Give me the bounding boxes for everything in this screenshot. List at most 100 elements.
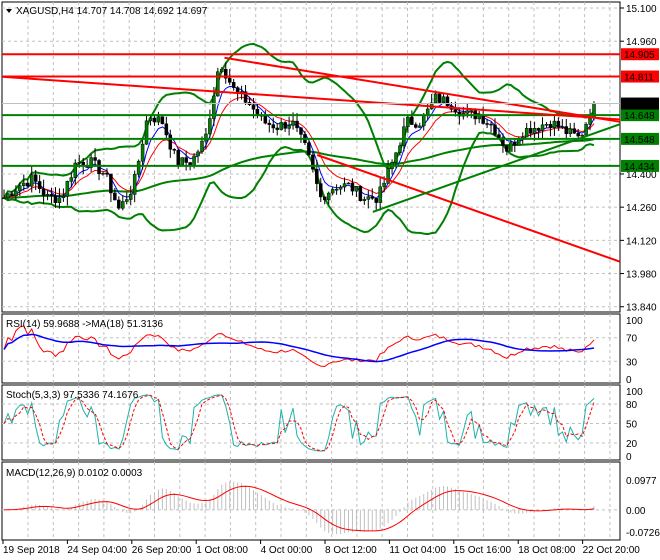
candle-body	[580, 134, 584, 137]
candle-body	[188, 162, 192, 166]
macd-tick-label: 0.0977	[626, 476, 657, 487]
candle-body	[524, 128, 529, 138]
candle-body	[101, 172, 105, 175]
candle-body	[220, 68, 224, 73]
candle-body	[394, 152, 398, 163]
candle-body	[410, 116, 414, 125]
candle-body	[362, 199, 367, 201]
candle-body	[148, 117, 153, 122]
candle-body	[105, 172, 109, 175]
candle-body	[37, 181, 42, 190]
candle-body	[279, 122, 283, 130]
candle-body	[437, 93, 442, 103]
candle-body	[26, 182, 30, 187]
candle-body	[481, 114, 485, 124]
candle-body	[406, 116, 410, 127]
candle-body	[160, 116, 165, 125]
price-tick-label: 15.100	[626, 4, 657, 15]
candle-body	[93, 157, 97, 161]
price-tick-label: 14.120	[626, 236, 657, 247]
candle-body	[358, 185, 363, 201]
candle-body	[441, 96, 446, 103]
candle-body	[267, 122, 272, 125]
trading-chart[interactable]: 15.10014.96014.40014.26014.12013.98013.8…	[0, 0, 660, 560]
level-label: 14.434	[624, 162, 655, 173]
candle-body	[132, 174, 137, 195]
stoch-tick-label: 80	[626, 400, 638, 411]
candle-body	[136, 160, 141, 175]
candle-body	[528, 128, 533, 134]
time-label: 24 Sep 04:00	[67, 545, 127, 556]
candle-body	[493, 124, 497, 135]
macd-tick-label: -0.0726	[626, 528, 660, 539]
candle-body	[315, 169, 319, 184]
candle-body	[29, 174, 34, 187]
candle-body	[421, 115, 426, 127]
candle-body	[497, 134, 501, 138]
candle-body	[97, 160, 101, 175]
candle-body	[568, 128, 572, 134]
macd-label: MACD(12,26,9) 0.0102 0.0003	[6, 468, 143, 479]
current-price-label: 14.697	[624, 100, 655, 111]
candle-body	[295, 120, 299, 129]
stoch-tick-label: 50	[626, 420, 638, 431]
candle-body	[532, 128, 537, 134]
candle-body	[540, 124, 545, 131]
candle-body	[572, 128, 576, 134]
candle-body	[176, 150, 180, 166]
candle-body	[184, 157, 188, 163]
candle-body	[251, 104, 256, 110]
candle-body	[378, 186, 382, 203]
candle-body	[564, 126, 569, 134]
level-label: 14.811	[624, 73, 654, 84]
candle-body	[77, 162, 81, 164]
candle-body	[200, 140, 204, 153]
rsi-tick-label: 100	[626, 316, 643, 327]
candle-body	[382, 183, 386, 188]
time-label: 1 Oct 08:00	[196, 545, 248, 556]
candle-body	[33, 174, 38, 182]
candle-body	[121, 201, 125, 209]
rsi-tick-label: 70	[626, 334, 638, 345]
candle-body	[418, 125, 422, 128]
candle-body	[144, 120, 149, 145]
time-label: 19 Sep 2018	[3, 545, 60, 556]
candle-body	[152, 117, 157, 123]
time-label: 8 Oct 12:00	[325, 545, 377, 556]
candle-body	[156, 116, 161, 123]
candle-body	[283, 122, 287, 129]
candle-body	[140, 143, 145, 162]
candle-body	[374, 198, 378, 203]
candle-body	[69, 177, 74, 182]
candle-body	[14, 190, 18, 196]
rsi-tick-label: 30	[626, 357, 638, 368]
candle-body	[354, 185, 359, 192]
time-label: 18 Oct 08:00	[518, 545, 576, 556]
candle-body	[402, 126, 406, 146]
candle-body	[334, 188, 339, 191]
stoch-tick-label: 20	[626, 439, 638, 450]
candle-body	[196, 151, 200, 157]
price-tick-label: 13.980	[626, 270, 657, 281]
level-label: 14.648	[624, 111, 655, 122]
candle-body	[319, 183, 323, 198]
candle-body	[113, 192, 117, 201]
stoch-tick-label: 100	[626, 387, 643, 398]
rsi-label: RSI(14) 59.9688 ->MA(18) 51.3136	[6, 319, 163, 330]
candle	[311, 151, 315, 173]
candle-body	[536, 128, 541, 131]
level-label: 14.905	[624, 50, 655, 61]
candle-body	[10, 193, 14, 196]
time-label: 11 Oct 04:00	[389, 545, 446, 556]
candle-body	[370, 196, 375, 199]
candle-body	[398, 145, 402, 153]
candle-body	[544, 124, 549, 126]
candle-body	[311, 154, 315, 170]
candle-body	[584, 124, 588, 136]
candle-body	[168, 134, 173, 150]
candle-body	[342, 183, 347, 188]
candle-body	[485, 123, 489, 125]
candle-body	[65, 181, 70, 197]
candle	[437, 92, 442, 104]
candle	[307, 140, 311, 156]
